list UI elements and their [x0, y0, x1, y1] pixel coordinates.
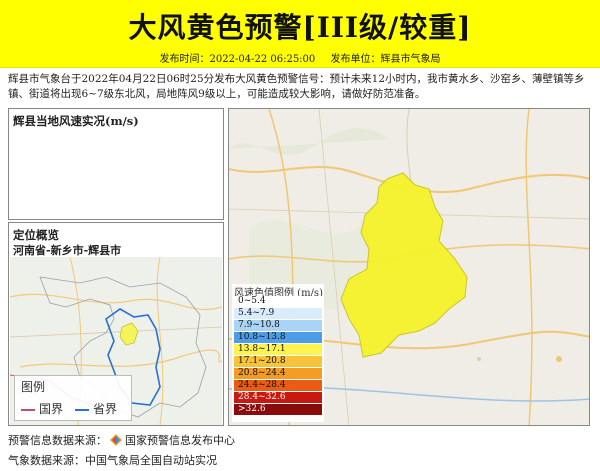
wind-legend-item: >32.6 — [234, 404, 322, 415]
overview-map[interactable]: 图例 国界 省界 — [10, 257, 222, 425]
overview-legend: 图例 国界 省界 — [14, 375, 132, 421]
local-wind-panel: 辉县当地风速实况(m/s) — [8, 108, 224, 220]
publish-time: 发布时间：2022-04-22 06:25:00 — [159, 54, 316, 65]
province-border-swatch — [75, 408, 89, 411]
warning-center-logo-icon — [110, 434, 122, 446]
warning-source-name: 国家预警信息发布中心 — [125, 434, 235, 447]
province-border-label: 省界 — [93, 402, 118, 416]
wind-legend-item: 0~5.4 — [234, 296, 322, 307]
overview-subtitle: 河南省-新乡市-辉县市 — [13, 244, 122, 257]
legend-item-province-border: 省界 — [75, 400, 117, 417]
wind-legend-item: 20.8~24.4 — [234, 368, 322, 379]
warning-header: 大风黄色预警[III级/较重] 发布时间：2022-04-22 06:25:00… — [0, 0, 600, 68]
location-overview-panel: 定位概览 河南省-新乡市-辉县市 图例 国界 省界 — [8, 222, 224, 426]
warning-meta: 发布时间：2022-04-22 06:25:00 发布单位：辉县市气象局 — [0, 50, 600, 65]
overview-legend-title: 图例 — [21, 380, 46, 394]
wind-legend-item: 28.4~32.6 — [234, 392, 322, 403]
warning-title: 大风黄色预警[III级/较重] — [128, 11, 472, 44]
warning-source-line: 预警信息数据来源： 国家预警信息发布中心 — [8, 432, 235, 448]
legend-item-national-border: 国界 — [21, 400, 63, 417]
wind-legend-item: 13.8~17.1 — [234, 344, 322, 355]
warning-description: 辉县市气象台于2022年04月22日06时25分发布大风黄色预警信号：预计未来1… — [8, 73, 585, 100]
wind-legend-item: 5.4~7.9 — [234, 308, 322, 319]
wind-speed-legend: 风速色值图例 (m/s) 0~5.4 5.4~7.9 7.9~10.8 10.8… — [232, 284, 324, 422]
wind-legend-item: 10.8~13.8 — [234, 332, 322, 343]
warning-source-label: 预警信息数据来源： — [8, 434, 107, 447]
publisher: 发布单位：辉县市气象局 — [330, 54, 441, 65]
local-wind-title: 辉县当地风速实况(m/s) — [13, 114, 139, 128]
overview-title: 定位概览 — [13, 228, 59, 242]
national-border-label: 国界 — [39, 402, 64, 416]
weather-source-line: 气象数据来源：中国气象局全国自动站实况 — [8, 454, 217, 467]
wind-legend-item: 7.9~10.8 — [234, 320, 322, 331]
wind-legend-item: 17.1~20.8 — [234, 356, 322, 367]
national-border-swatch — [21, 408, 35, 411]
wind-legend-item: 24.4~28.4 — [234, 380, 322, 391]
